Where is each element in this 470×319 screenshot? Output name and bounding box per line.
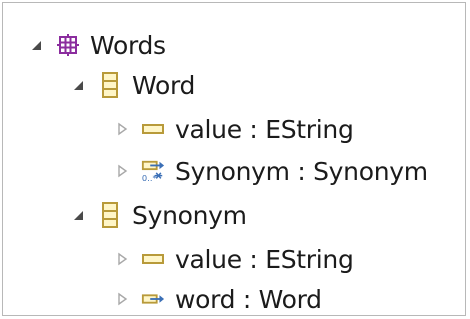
tree-item-words[interactable]: Words (30, 25, 166, 65)
tree-view: Words Word value: EString 0..* Synonym … (3, 3, 465, 315)
tree-item-word-class[interactable]: Word (72, 65, 195, 105)
tree-item-label: Synonym (132, 200, 247, 230)
tree-item-attribute-value[interactable]: value : EString (115, 239, 354, 279)
expanded-toggle-icon[interactable] (30, 38, 44, 52)
tree-item-synonym-class[interactable]: Synonym (72, 195, 247, 235)
collapsed-toggle-icon[interactable] (115, 164, 129, 178)
class-icon (98, 202, 122, 228)
tree-item-label: value : EString (175, 114, 354, 144)
tree-item-label: Synonym : Synonym (175, 156, 428, 186)
tree-item-label: Words (90, 30, 166, 60)
tree-item-reference-word[interactable]: word : Word (115, 279, 322, 319)
tree-item-reference-synonym[interactable]: 0..* Synonym : Synonym (115, 151, 428, 191)
attribute-icon (141, 117, 165, 141)
reference-many-icon: 0..* (141, 159, 165, 183)
attribute-icon (141, 247, 165, 271)
tree-item-label: Word (132, 70, 196, 100)
class-icon (98, 72, 122, 98)
collapsed-toggle-icon[interactable] (115, 252, 129, 266)
ecore-tree-panel: Words Word value: EString 0..* Synonym … (2, 2, 466, 316)
expanded-toggle-icon[interactable] (72, 78, 86, 92)
multiplicity-label: 0..* (142, 173, 157, 183)
collapsed-toggle-icon[interactable] (115, 292, 129, 306)
expanded-toggle-icon[interactable] (72, 208, 86, 222)
reference-icon (141, 287, 165, 311)
tree-item-label: value : EString (175, 244, 354, 274)
tree-item-attribute-value[interactable]: value : EString (115, 109, 354, 149)
tree-item-label: word : Word (175, 284, 322, 314)
package-icon (56, 33, 80, 57)
collapsed-toggle-icon[interactable] (115, 122, 129, 136)
